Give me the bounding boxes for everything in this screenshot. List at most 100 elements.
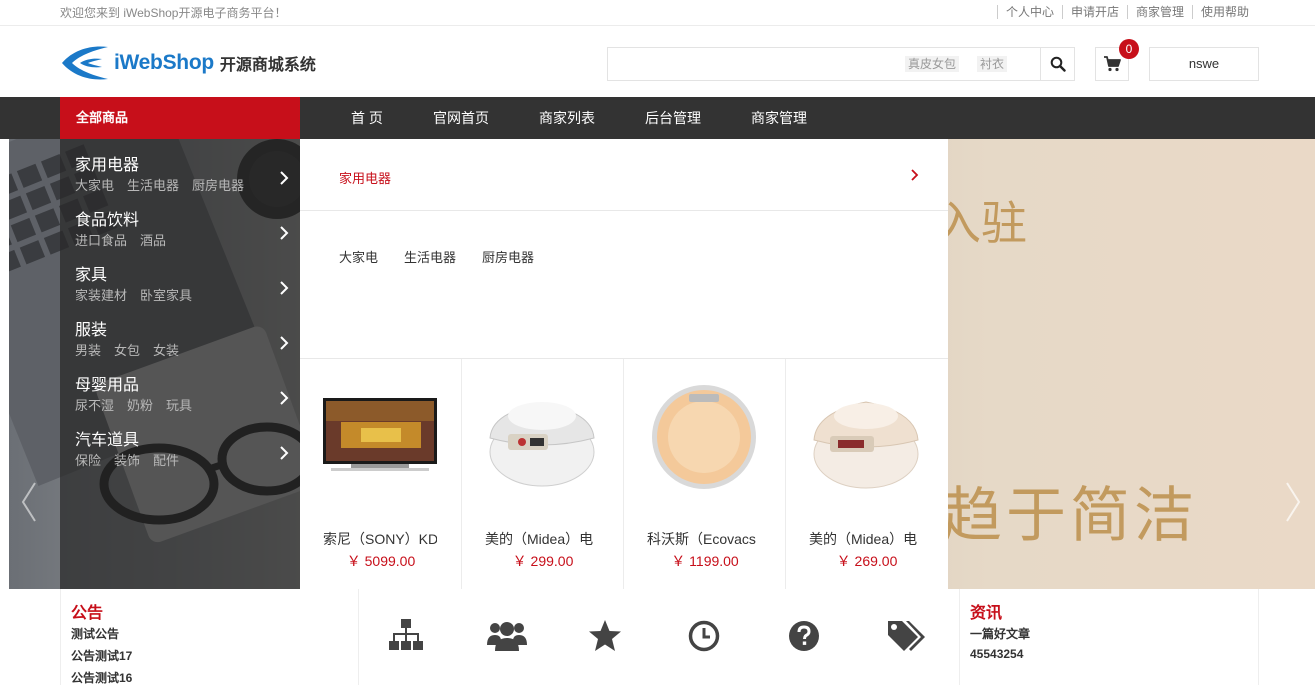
category-sub-link[interactable]: 进口食品 [75,233,127,248]
nav-official-site[interactable]: 官网首页 [433,97,489,139]
product-image[interactable] [320,379,440,494]
category-item[interactable]: 食品饮料 进口食品 酒品 [75,194,295,249]
flyout-sub-link[interactable]: 生活电器 [404,250,456,265]
welcome-text: 欢迎您来到 iWebShop开源电子商务平台！ [60,6,287,20]
product-card[interactable]: 索尼（SONY）KD ￥ 5099.00 [300,359,462,590]
product-price: ￥ 269.00 [836,553,898,569]
category-sub-link[interactable]: 女装 [153,343,179,358]
link-user-center[interactable]: 个人中心 [996,5,1062,19]
category-item[interactable]: 母婴用品 尿不湿 奶粉 玩具 [75,359,295,414]
sitemap-icon[interactable] [386,616,426,656]
logo-subtitle: 开源商城系统 [219,57,316,74]
all-categories-button[interactable]: 全部商品 [60,97,300,139]
category-sub-link[interactable]: 奶粉 [127,398,153,413]
link-apply-shop[interactable]: 申请开店 [1061,5,1127,19]
product-name[interactable]: 索尼（SONY）KD [323,529,437,549]
news-item[interactable]: 45543254 [970,647,1023,661]
chevron-right-icon [280,226,289,240]
tags-icon[interactable] [886,616,926,656]
search-button[interactable] [1040,48,1074,80]
product-name[interactable]: 科沃斯（Ecovacs [647,529,761,549]
link-seller-admin[interactable]: 商家管理 [1126,5,1192,19]
link-help[interactable]: 使用帮助 [1191,5,1257,19]
search-box: 真皮女包 衬衣 [607,47,1075,81]
nav-home[interactable]: 首 页 [351,97,383,139]
category-sub-link[interactable]: 男装 [75,343,101,358]
category-title[interactable]: 服装 [75,316,107,340]
notice-item[interactable]: 公告测试17 [71,647,132,664]
search-icon [1050,56,1066,72]
category-sub-link[interactable]: 配件 [153,453,179,468]
flyout-sub-link[interactable]: 厨房电器 [482,250,534,265]
chevron-right-icon [280,336,289,350]
category-title[interactable]: 家具 [75,261,107,285]
news-title: 资讯 [970,603,1003,622]
product-card[interactable]: 美的（Midea）电 ￥ 269.00 [786,359,948,590]
category-sub-link[interactable]: 尿不湿 [75,398,114,413]
hot-word[interactable]: 真皮女包 [905,56,960,72]
robot-vacuum-icon [652,384,756,489]
product-name[interactable]: 美的（Midea）电 [809,529,923,549]
category-title[interactable]: 汽车道具 [75,426,139,450]
notice-item[interactable]: 测试公告 [71,625,119,642]
product-image[interactable] [644,379,764,494]
flyout-sub-link[interactable]: 大家电 [339,250,378,265]
logo-swoosh-icon [62,46,108,80]
product-image[interactable] [806,379,926,494]
category-sub-link[interactable]: 女包 [114,343,140,358]
clock-icon[interactable] [684,616,724,656]
product-price: ￥ 1199.00 [671,553,739,569]
product-name[interactable]: 美的（Midea）电 [485,529,599,549]
category-sub-link[interactable]: 厨房电器 [192,178,244,193]
hot-word[interactable]: 衬衣 [977,56,1008,72]
category-sidebar: 家用电器 大家电 生活电器 厨房电器 食品饮料 进口食品 酒品 家具 家装建材 卧室家具… [60,139,300,589]
category-sub-link[interactable]: 酒品 [140,233,166,248]
category-title[interactable]: 食品饮料 [75,206,139,230]
category-title[interactable]: 家用电器 [75,151,139,175]
site-logo[interactable]: iWebShop 开源商城系统 [60,40,320,86]
nav-seller-admin[interactable]: 商家管理 [751,97,807,139]
product-image[interactable] [482,379,602,494]
user-button[interactable]: nswe [1149,47,1259,81]
flyout-title[interactable]: 家用电器 [339,168,391,187]
search-input[interactable] [608,48,1038,80]
category-sub-link[interactable]: 卧室家具 [140,288,192,303]
rice-cooker-icon [813,400,919,488]
category-sub-link[interactable]: 玩具 [166,398,192,413]
banner-slogan: 趋于简洁 [942,481,1198,551]
category-title[interactable]: 母婴用品 [75,371,139,395]
chevron-right-icon [280,446,289,460]
category-sub-link[interactable]: 保险 [75,453,101,468]
product-card[interactable]: 美的（Midea）电 ￥ 299.00 [462,359,624,590]
flyout-header[interactable]: 家用电器 [300,139,948,211]
banner-prev-arrow-icon[interactable] [17,479,41,525]
category-item[interactable]: 家具 家装建材 卧室家具 [75,249,295,304]
category-flyout: 家用电器 大家电 生活电器 厨房电器 索尼（SONY）KD ￥ 5099.00 … [300,139,948,590]
category-sub-link[interactable]: 生活电器 [127,178,179,193]
tv-icon [323,397,437,471]
flyout-subcategories: 大家电 生活电器 厨房电器 [339,247,560,266]
users-icon[interactable] [487,616,527,656]
nav-admin[interactable]: 后台管理 [645,97,701,139]
nav-seller-list[interactable]: 商家列表 [539,97,595,139]
banner-next-arrow-icon[interactable] [1281,479,1305,525]
category-sub-link[interactable]: 家装建材 [75,288,127,303]
cart-icon [1104,56,1121,72]
logo-wordmark: iWebShop [114,51,214,74]
chevron-right-icon [280,171,289,185]
product-list: 索尼（SONY）KD ￥ 5099.00 美的（Midea）电 ￥ 299.00 [300,358,948,590]
category-item[interactable]: 家用电器 大家电 生活电器 厨房电器 [75,139,295,194]
product-card[interactable]: 科沃斯（Ecovacs ￥ 1199.00 [624,359,786,590]
notice-item[interactable]: 公告测试16 [71,669,132,685]
category-sub-link[interactable]: 大家电 [75,178,114,193]
notice-block: 公告 测试公告 公告测试17 公告测试16 [60,589,359,685]
news-block: 资讯 一篇好文章 45543254 [959,589,1259,685]
category-item[interactable]: 汽车道具 保险 装饰 配件 [75,414,295,469]
category-sub-link[interactable]: 装饰 [114,453,140,468]
news-item[interactable]: 一篇好文章 [970,625,1030,642]
cart-count-badge: 0 [1119,39,1139,59]
category-item[interactable]: 服装 男装 女包 女装 [75,304,295,359]
chevron-right-icon [280,281,289,295]
star-icon[interactable] [585,616,625,656]
question-icon[interactable] [784,616,824,656]
